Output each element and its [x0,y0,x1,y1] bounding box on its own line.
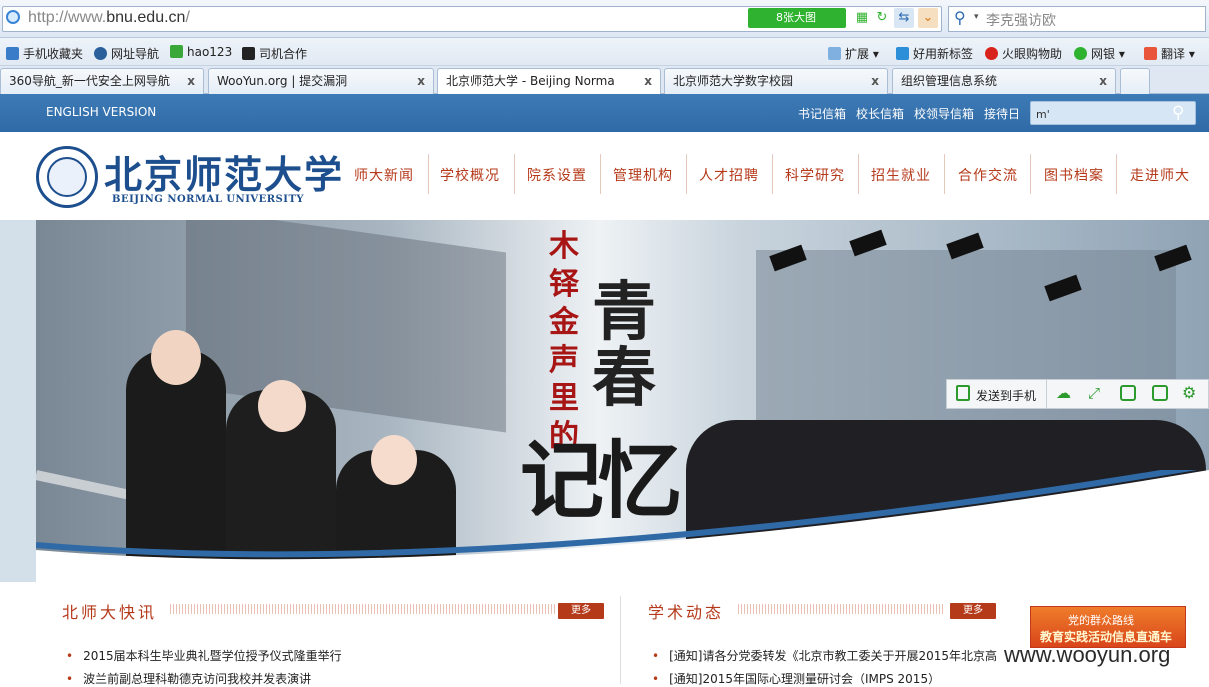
bookmark-bank[interactable]: 网银 ▾ [1074,45,1125,62]
nav-school-overview[interactable]: 学校概况 [440,165,500,185]
section-divider [738,604,943,614]
nav-divider [1030,154,1031,194]
section-title-news: 北师大快讯 [62,603,158,622]
back-forward-icon[interactable]: ⇆ [894,8,914,28]
tab-bnu[interactable]: 北京师范大学 - Beijing Norma x [437,68,661,94]
logo-english-name: BEIJING NORMAL UNIVERSITY [112,194,305,205]
nav-bnu-news[interactable]: 师大新闻 [354,165,414,185]
translate-icon [1144,47,1157,60]
english-version-link[interactable]: ENGLISH VERSION [46,105,156,119]
news-item[interactable]: • 波兰前副总理科勒德克访问我校并发表演讲 [66,670,311,687]
nav-divider [944,154,945,194]
grid-icon [896,47,909,60]
share-icon[interactable] [1152,385,1168,401]
leaders-mailbox-link[interactable]: 校领导信箱 [914,105,974,122]
news-item[interactable]: • 2015届本科生毕业典礼暨学位授予仪式隆重举行 [66,647,342,664]
close-icon[interactable]: x [871,69,879,93]
section-divider [170,604,555,614]
logo-chinese-name[interactable]: 北京师范大学 [104,144,344,199]
seal-emblem [47,157,87,197]
url-text[interactable]: http://www.bnu.edu.cn/ [28,9,190,27]
globe-icon [6,10,20,24]
nav-divider [772,154,773,194]
president-mailbox-link[interactable]: 校长信箱 [856,105,904,122]
bullet-icon: • [66,649,74,663]
bookmark-extensions[interactable]: 扩展 ▾ [828,45,879,62]
compass-icon [94,47,107,60]
search-icon[interactable]: ⚲ [954,8,966,27]
refresh-icon[interactable]: ↻ [872,8,892,28]
close-icon[interactable]: x [417,69,425,93]
nav-divider [428,154,429,194]
news-more-button[interactable]: 更多 [558,603,604,619]
nav-library-archives[interactable]: 图书档案 [1044,165,1104,185]
bookmark-new-tab[interactable]: 好用新标签 [896,45,973,62]
dropdown-icon[interactable]: ▾ [974,12,979,22]
eye-icon [985,47,998,60]
reception-day-link[interactable]: 接待日 [984,105,1020,122]
nav-research[interactable]: 科学研究 [785,165,845,185]
building-facade [186,220,506,433]
bookmark-phone-favorites[interactable]: 手机收藏夹 [6,45,83,62]
tab-360-nav[interactable]: 360导航_新一代安全上网导航 x [0,68,204,94]
nav-divider [1116,154,1117,194]
close-icon[interactable]: x [644,69,652,93]
nav-admissions[interactable]: 招生就业 [871,165,931,185]
save-icon[interactable] [1120,385,1136,401]
chevron-down-icon[interactable]: ⌄ [918,8,938,28]
big-image-button[interactable]: 8张大图 [748,8,846,28]
search-icon[interactable]: ⚲ [1172,103,1184,123]
nav-departments[interactable]: 院系设置 [527,165,587,185]
bookmark-url-nav[interactable]: 网址导航 [94,45,159,62]
close-icon[interactable]: x [187,69,195,93]
qr-icon[interactable]: ▦ [852,8,872,28]
site-top-bar [0,94,1209,132]
bookmark-hao123[interactable]: hao123 [170,45,232,59]
send-to-phone-button[interactable]: 发送到手机 [976,387,1036,404]
academic-more-button[interactable]: 更多 [950,603,996,619]
toolbar-divider [1046,380,1047,408]
settings-icon[interactable]: ⚙ [1182,383,1196,402]
nav-divider [858,154,859,194]
section-title-academic: 学术动态 [648,603,725,622]
search-placeholder: 李克强访欧 [986,13,1056,29]
banner-slogan-youth: 青春 [592,275,656,416]
phone-icon [956,385,970,401]
bookmark-shopping[interactable]: 火眼购物助 [985,45,1062,62]
hao123-icon [170,45,183,58]
nav-divider [514,154,515,194]
tab-org-system[interactable]: 组织管理信息系统 x [892,68,1116,94]
academic-item[interactable]: • [通知]请各分党委转发《北京市教工委关于开展2015年北京高 [652,647,997,664]
column-divider [620,596,621,684]
nav-administration[interactable]: 管理机构 [613,165,673,185]
cloud-icon[interactable]: ☁ [1056,384,1071,402]
wooyun-watermark: www.wooyun.org [1004,642,1171,667]
nav-cooperation[interactable]: 合作交流 [958,165,1018,185]
tab-wooyun[interactable]: WooYun.org | 提交漏洞 x [208,68,434,94]
bookmark-translate[interactable]: 翻译 ▾ [1144,45,1195,62]
car-icon [242,47,255,60]
close-icon[interactable]: x [1099,69,1107,93]
academic-item[interactable]: • [通知]2015年国际心理测量研讨会（IMPS 2015） [652,670,997,687]
secretary-mailbox-link[interactable]: 书记信箱 [798,105,846,122]
bank-icon [1074,47,1087,60]
bookmark-driver[interactable]: 司机合作 [242,45,307,62]
site-search-value: m' [1036,108,1050,121]
extensions-icon [828,47,841,60]
nav-divider [600,154,601,194]
promo-line-1: 党的群众路线 [1068,614,1134,627]
new-tab-button[interactable] [1120,68,1150,94]
nav-recruitment[interactable]: 人才招聘 [699,165,759,185]
tab-digital-campus[interactable]: 北京师范大学数字校园 x [664,68,888,94]
graduate-face [151,330,201,385]
bullet-icon: • [652,649,660,663]
phone-icon [6,47,19,60]
nav-divider [686,154,687,194]
banner-slogan-memory: 记忆 [520,431,682,530]
nav-about-bnu[interactable]: 走进师大 [1130,165,1190,185]
expand-icon[interactable]: ⤢ [1088,384,1100,402]
graduate-face [258,380,306,432]
